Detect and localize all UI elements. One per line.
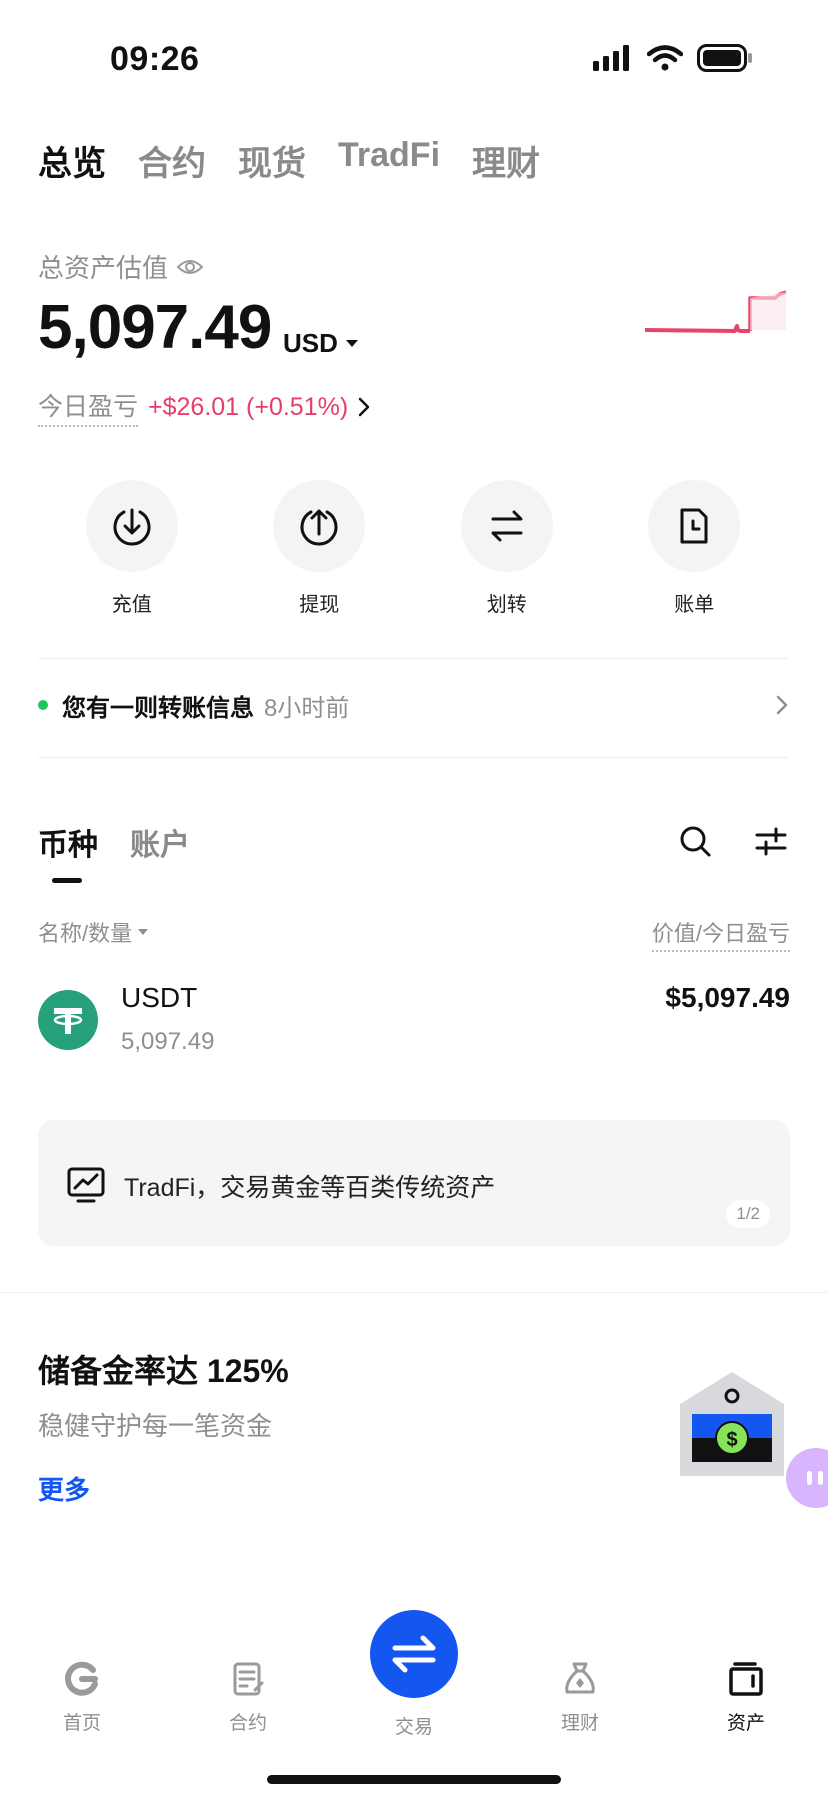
trade-button[interactable]: [370, 1610, 458, 1698]
tab-futures[interactable]: 合约: [138, 136, 206, 185]
nav-earn-label: 理财: [560, 1713, 599, 1734]
section-divider: [0, 1292, 828, 1293]
quick-actions: 充值 提现 划转 账单: [38, 480, 788, 617]
deposit-button[interactable]: 充值: [62, 480, 202, 617]
active-tab-indicator: [52, 878, 82, 883]
bill-icon-circle: [648, 480, 741, 572]
withdraw-button[interactable]: 提现: [249, 480, 389, 617]
notice-text: 您有一则转账信息: [62, 694, 254, 722]
tab-overview[interactable]: 总览: [38, 136, 106, 185]
eye-icon[interactable]: [176, 257, 204, 277]
caret-down-icon: [138, 928, 149, 935]
bank-vault-icon: $: [680, 1372, 784, 1476]
transfer-notice[interactable]: 您有一则转账信息 8小时前: [38, 685, 788, 725]
deposit-label: 充值: [111, 594, 152, 616]
coin-value: $5,097.49: [665, 982, 790, 1013]
wifi-icon: [647, 45, 683, 71]
chevron-right-icon: [776, 695, 788, 715]
divider: [38, 658, 788, 659]
today-pnl-row[interactable]: 今日盈亏 +$26.01 (+0.51%): [38, 387, 370, 427]
home-logo-icon: [65, 1661, 98, 1696]
nav-futures-label: 合约: [228, 1713, 267, 1734]
tradfi-promo-card[interactable]: TradFi，交易黄金等百类传统资产 1/2: [38, 1120, 790, 1246]
contract-icon: [233, 1662, 264, 1696]
chevron-right-icon: [358, 397, 370, 417]
column-value-label[interactable]: 价值/今日盈亏: [651, 916, 790, 952]
tab-accounts[interactable]: 账户: [130, 820, 190, 864]
sort-name-amount[interactable]: 名称/数量: [38, 916, 149, 948]
tab-spot[interactable]: 现货: [238, 136, 306, 185]
currency-selector[interactable]: USD: [283, 328, 358, 359]
nav-trade-label: 交易: [394, 1717, 433, 1738]
reserve-more-link[interactable]: 更多: [38, 1470, 90, 1507]
home-indicator: [267, 1775, 561, 1784]
transfer-icon: [491, 510, 523, 542]
withdraw-icon: [300, 509, 338, 546]
promo-text: TradFi，交易黄金等百类传统资产: [124, 1174, 496, 1202]
tab-coins[interactable]: 币种: [38, 820, 98, 864]
status-icons: [593, 44, 753, 72]
chat-bubble-icon: [807, 1471, 823, 1485]
withdraw-icon-circle: [273, 480, 366, 572]
assistant-float-button[interactable]: [786, 1448, 828, 1508]
bill-icon: [680, 508, 708, 544]
caret-down-icon: [345, 339, 358, 347]
column-name-label: 名称/数量: [38, 921, 133, 946]
withdraw-label: 提现: [299, 594, 340, 616]
status-time: 09:26: [110, 40, 200, 78]
swap-arrows-icon: [392, 1635, 436, 1673]
transfer-button[interactable]: 划转: [437, 480, 577, 617]
nav-assets[interactable]: 资产: [696, 1660, 796, 1735]
balance-label: 总资产估值: [38, 253, 169, 283]
pnl-value: +$26.01 (+0.51%): [148, 392, 349, 421]
reserve-subtitle: 稳健守护每一笔资金: [38, 1411, 273, 1441]
filter-icon[interactable]: [754, 824, 788, 858]
nav-futures[interactable]: 合约: [198, 1660, 298, 1735]
asset-row-usdt[interactable]: USDT 5,097.49 $5,097.49: [38, 980, 790, 1080]
currency-label: USD: [283, 328, 338, 358]
transfer-icon-circle: [460, 480, 553, 572]
bill-label: 账单: [674, 594, 715, 616]
transfer-label: 划转: [486, 594, 527, 616]
notice-dot: [38, 700, 48, 710]
search-icon[interactable]: [678, 824, 712, 858]
coin-symbol: USDT: [121, 982, 198, 1013]
asset-tools: [678, 824, 788, 858]
reserve-title: 储备金率达 125%: [38, 1353, 289, 1389]
coin-amount: 5,097.49: [121, 1028, 215, 1055]
asset-tabs: 币种 账户: [38, 820, 190, 864]
balance-sparkline: [644, 290, 787, 333]
balance-label-row: 总资产估值: [38, 248, 204, 285]
deposit-icon: [113, 508, 151, 546]
top-tabs: 总览 合约 现货 TradFi 理财: [38, 136, 540, 185]
tab-tradfi[interactable]: TradFi: [338, 136, 440, 185]
tab-earn[interactable]: 理财: [472, 136, 540, 185]
promo-pagination: 1/2: [726, 1200, 770, 1228]
usdt-logo-icon: [38, 990, 98, 1050]
battery-icon: [697, 44, 752, 72]
total-balance: 5,097.49: [38, 293, 272, 362]
deposit-icon-circle: [85, 480, 178, 572]
wallet-icon: [729, 1662, 763, 1696]
pnl-label: 今日盈亏: [38, 387, 139, 427]
nav-earn[interactable]: 理财: [530, 1660, 630, 1735]
signal-icon: [593, 45, 629, 71]
svg-text:$: $: [726, 1429, 737, 1451]
nav-home[interactable]: 首页: [32, 1660, 132, 1735]
money-bag-icon: [565, 1662, 595, 1694]
nav-home-label: 首页: [62, 1713, 101, 1734]
divider: [38, 757, 788, 758]
chart-board-icon: [67, 1167, 105, 1203]
bill-button[interactable]: 账单: [624, 480, 764, 617]
notice-time: 8小时前: [264, 694, 350, 722]
nav-assets-label: 资产: [726, 1713, 765, 1734]
